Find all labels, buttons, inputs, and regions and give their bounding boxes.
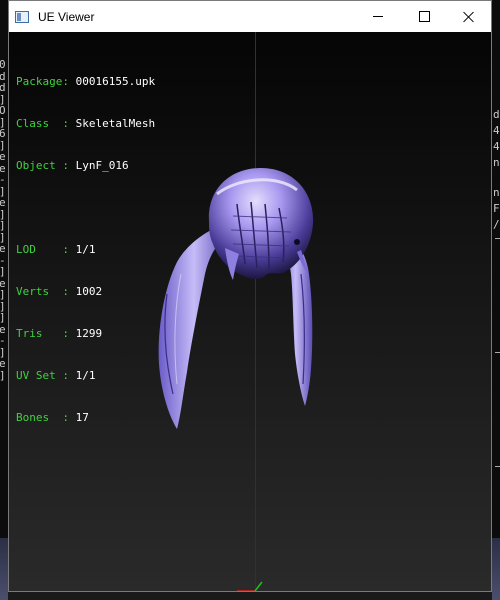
background-terminal-char: 4 xyxy=(493,124,500,137)
info-verts-row: Verts : 1002 xyxy=(16,285,103,298)
background-terminal-char: / xyxy=(493,218,500,231)
background-terminal-char: n xyxy=(493,156,500,169)
ue-viewer-window: UE Viewer Package: 00016155.upk Class : … xyxy=(8,0,492,592)
hair-mesh-model[interactable] xyxy=(147,144,317,434)
background-terminal-char: 4 xyxy=(493,140,500,153)
uvset-value: 1/1 xyxy=(75,369,96,382)
mesh-info-panel: Package: 00016155.upk Class : SkeletalMe… xyxy=(16,47,155,453)
background-terminal-char: 0 xyxy=(0,58,6,71)
background-terminal-divider xyxy=(495,238,500,239)
background-terminal-char: e xyxy=(0,357,6,370)
maximize-icon xyxy=(418,11,430,22)
background-terminal-char: O xyxy=(0,104,6,117)
object-value: LynF_016 xyxy=(75,159,129,172)
package-value: 00016155.upk xyxy=(75,75,156,88)
background-terminal-char: d xyxy=(0,81,6,94)
3d-viewport[interactable]: Package: 00016155.upk Class : SkeletalMe… xyxy=(9,32,491,591)
info-lod-row: LOD : 1/1 xyxy=(16,243,96,256)
background-terminal-divider xyxy=(495,352,500,353)
background-terminal-char: - xyxy=(0,335,8,347)
class-value: SkeletalMesh xyxy=(75,117,156,130)
background-terminal-char: - xyxy=(0,174,8,186)
background-terminal-char: e xyxy=(0,242,6,255)
info-uvset-row: UV Set : 1/1 xyxy=(16,369,96,382)
info-package-row: Package: 00016155.upk xyxy=(16,75,156,88)
info-object-row: Object : LynF_016 xyxy=(16,159,129,172)
tris-value: 1299 xyxy=(75,327,103,340)
title-bar[interactable]: UE Viewer xyxy=(9,1,491,32)
background-terminal-char: d xyxy=(493,108,500,121)
background-terminal-char: F xyxy=(493,202,500,215)
window-title: UE Viewer xyxy=(38,9,95,24)
background-terminal-char: ] xyxy=(0,266,8,278)
verts-value: 1002 xyxy=(75,285,103,298)
axis-gizmo xyxy=(237,581,263,591)
background-terminal-char: e xyxy=(0,150,6,163)
minimize-icon xyxy=(373,16,383,17)
background-terminal-char: ] xyxy=(0,220,8,232)
info-bones-row: Bones : 17 xyxy=(16,411,89,424)
background-terminal-right: d 4 4 n n F / xyxy=(492,0,500,600)
minimize-button[interactable] xyxy=(355,1,401,32)
background-terminal-char: ] xyxy=(0,369,8,382)
background-terminal-char: ] xyxy=(0,312,8,324)
info-class-row: Class : SkeletalMesh xyxy=(16,117,156,130)
lod-value: 1/1 xyxy=(75,243,96,256)
bones-value: 17 xyxy=(75,411,89,424)
background-terminal-divider xyxy=(495,466,500,467)
background-terminal-left: 0dd]O]6]ee-]e]]]e-]e]]]e-]e] xyxy=(0,0,8,600)
close-icon xyxy=(463,11,475,23)
close-button[interactable] xyxy=(446,1,492,32)
background-terminal-char: e xyxy=(0,196,6,209)
background-terminal-char: ] xyxy=(0,289,8,301)
y-axis-line xyxy=(254,581,263,591)
taskbar-edge-left xyxy=(0,538,8,600)
maximize-button[interactable] xyxy=(401,1,447,32)
taskbar-edge-right xyxy=(492,538,500,600)
background-terminal-char: n xyxy=(493,186,500,199)
app-window-icon xyxy=(15,10,29,23)
info-tris-row: Tris : 1299 xyxy=(16,327,103,340)
background-terminal-char: 6 xyxy=(0,127,6,140)
